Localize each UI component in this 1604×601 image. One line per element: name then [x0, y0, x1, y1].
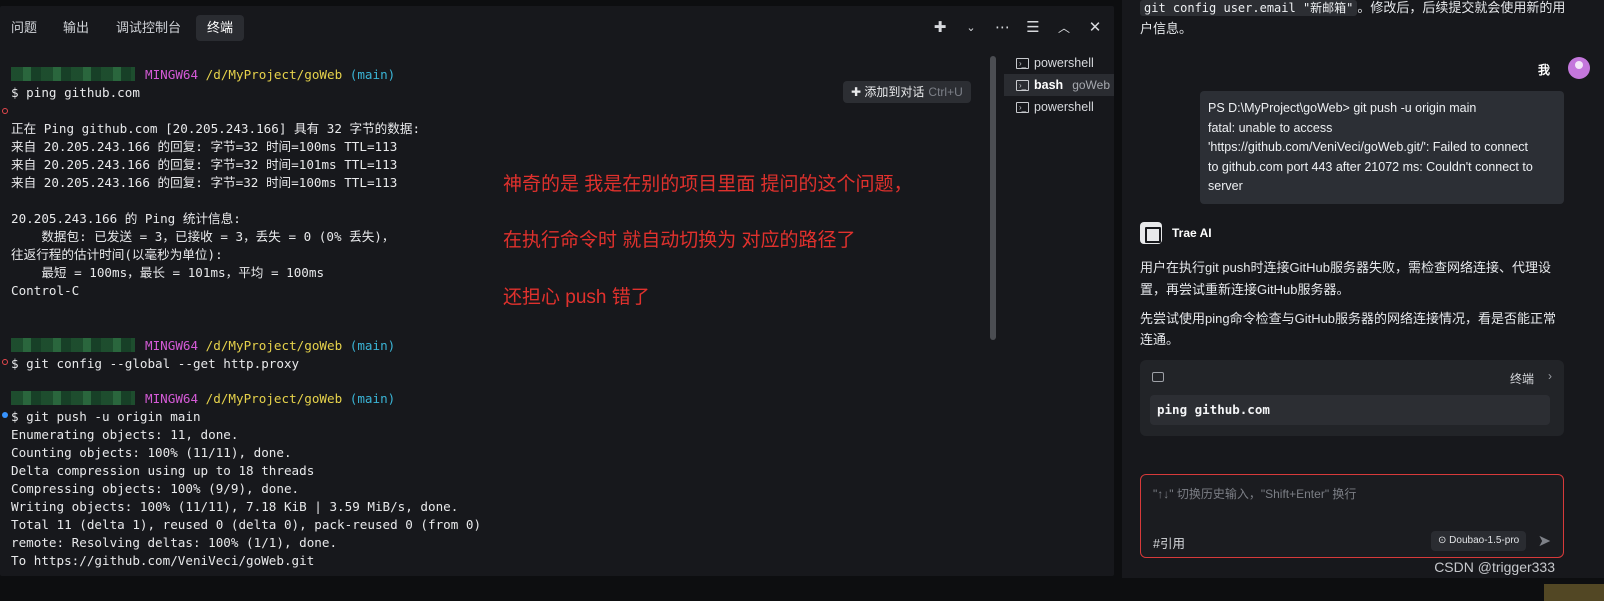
output-line: Total 11 (delta 1), reused 0 (delta 0), …	[11, 517, 482, 532]
annotation-text: 还担心 push 错了	[503, 287, 650, 308]
terminal-panel: 问题 输出 调试控制台 终端 ✚ ⌄ ⋯ ☰ ︿ ✕ MINGW64 /d/My…	[0, 6, 1114, 576]
output-line: Enumerating objects: 11, done.	[11, 427, 239, 442]
prompt-line: MINGW64 /d/MyProject/goWeb (main)	[11, 337, 395, 355]
corner-decoration	[1544, 584, 1604, 601]
add-to-chat-label: 添加到对话	[864, 85, 925, 99]
ai-message-text: 连通。	[1140, 332, 1180, 347]
terminal-icon: ›_	[1016, 79, 1029, 91]
prompt-line: MINGW64 /d/MyProject/goWeb (main)	[11, 66, 395, 84]
output-line: remote: Resolving deltas: 100% (1/1), do…	[11, 535, 338, 550]
command-card-label: 终端	[1509, 372, 1534, 386]
ai-message-text: 先尝试使用ping命令检查与GitHub服务器的网络连接情况，看是否能正常	[1140, 311, 1557, 326]
output-line: Control-C	[11, 283, 80, 298]
output-line: 来自 20.205.243.166 的回复: 字节=32 时间=100ms TT…	[11, 175, 398, 190]
command-line: $ git config --global --get http.proxy	[11, 356, 300, 371]
chevron-down-icon[interactable]: ⌄	[964, 20, 978, 36]
avatar	[1568, 57, 1590, 79]
watermark: CSDN @trigger333	[1434, 559, 1555, 575]
output-line: To https://github.com/VeniVeci/goWeb.git	[11, 553, 315, 568]
command-card: 终端 › ping github.com	[1140, 360, 1564, 436]
terminal-item-powershell[interactable]: ›_ powershell	[1004, 96, 1114, 118]
ai-message-text: 置，再尝试重新连接GitHub服务器。	[1140, 282, 1350, 297]
terminal-item-bash[interactable]: ›_ bash goWeb	[1004, 74, 1114, 96]
chat-message-text: git config user.email "新邮箱" 。修改后，后续提交就会使用…	[1140, 0, 1565, 19]
output-line: 20.205.243.166 的 Ping 统计信息:	[11, 211, 241, 226]
terminal-output[interactable]: MINGW64 /d/MyProject/goWeb (main) $ ping…	[0, 66, 990, 576]
send-icon[interactable]: ➤	[1538, 531, 1551, 551]
running-status-icon	[2, 412, 8, 418]
annotation-text: 在执行命令时 就自动切换为 对应的路径了	[503, 230, 856, 251]
terminal-list: ›_ powershell ›_ bash goWeb ›_ powershell	[1004, 52, 1114, 118]
chat-input[interactable]: "↑↓" 切换历史输入，"Shift+Enter" 换行 #引用 ⊙ Douba…	[1140, 474, 1564, 558]
terminal-icon: ›_	[1016, 101, 1029, 113]
output-line: Writing objects: 100% (11/11), 7.18 KiB …	[11, 499, 459, 514]
reference-button[interactable]: #引用	[1153, 533, 1185, 552]
tab-problems[interactable]: 问题	[0, 15, 48, 41]
panel-toolbar: ✚ ⌄ ⋯ ☰ ︿ ✕	[933, 20, 1102, 36]
model-selector[interactable]: ⊙ Doubao-1.5-pro	[1431, 531, 1527, 551]
ai-name: Trae AI	[1172, 226, 1212, 240]
prompt-line: MINGW64 /d/MyProject/goWeb (main)	[11, 390, 395, 408]
output-line: Delta compression using up to 18 threads	[11, 463, 315, 478]
output-line: 来自 20.205.243.166 的回复: 字节=32 时间=101ms TT…	[11, 157, 398, 172]
tab-debug-console[interactable]: 调试控制台	[105, 15, 192, 41]
add-to-chat-button[interactable]: ✚ 添加到对话 Ctrl+U	[843, 81, 971, 103]
input-placeholder: "↑↓" 切换历史输入，"Shift+Enter" 换行	[1153, 487, 1357, 501]
shortcut-hint: Ctrl+U	[928, 85, 963, 99]
more-icon[interactable]: ⋯	[995, 20, 1010, 36]
ai-message-text: 用户在执行git push时连接GitHub服务器失败，需检查网络连接、代理设	[1140, 260, 1551, 275]
close-icon[interactable]: ✕	[1088, 20, 1102, 36]
terminal-item-powershell[interactable]: ›_ powershell	[1004, 52, 1114, 74]
output-line: 最短 = 100ms，最长 = 101ms，平均 = 100ms	[11, 265, 325, 280]
output-line: 来自 20.205.243.166 的回复: 字节=32 时间=100ms TT…	[11, 139, 398, 154]
redacted-user	[11, 67, 135, 81]
error-status-icon	[2, 359, 8, 365]
output-line: 正在 Ping github.com [20.205.243.166] 具有 3…	[11, 121, 421, 136]
new-terminal-icon[interactable]: ✚	[933, 20, 947, 36]
output-line: Compressing objects: 100% (9/9), done.	[11, 481, 300, 496]
inline-code: git config user.email "新邮箱"	[1140, 0, 1358, 16]
chat-message-text: 户信息。	[1140, 21, 1193, 36]
terminal-icon: ›_	[1016, 57, 1029, 69]
output-line: 数据包: 已发送 = 3，已接收 = 3，丢失 = 0 (0% 丢失)，	[11, 229, 395, 244]
chat-panel: git config user.email "新邮箱" 。修改后，后续提交就会使用…	[1122, 0, 1604, 578]
terminal-icon	[1152, 372, 1164, 382]
annotation-text: 神奇的是 我是在别的项目里面 提问的这个问题，	[503, 174, 913, 195]
command-line: $ ping github.com	[11, 85, 140, 100]
command-line: $ git push -u origin main	[11, 409, 201, 424]
command-code[interactable]: ping github.com	[1150, 395, 1550, 425]
tab-terminal[interactable]: 终端	[196, 15, 245, 41]
error-status-icon	[2, 108, 8, 114]
redacted-user	[11, 338, 135, 352]
output-line: Counting objects: 100% (11/11), done.	[11, 445, 292, 460]
command-card-header[interactable]: 终端 ›	[1152, 369, 1552, 386]
output-line: 往返行程的估计时间(以毫秒为单位):	[11, 247, 223, 262]
user-label: 我	[1537, 63, 1550, 77]
chevron-right-icon: ›	[1548, 369, 1552, 383]
user-message: PS D:\MyProject\goWeb> git push -u origi…	[1200, 91, 1564, 204]
tab-output[interactable]: 输出	[52, 15, 100, 41]
ai-header: Trae AI	[1140, 222, 1212, 244]
terminal-scrollbar[interactable]	[990, 56, 996, 340]
panel-tabbar: 问题 输出 调试控制台 终端 ✚ ⌄ ⋯ ☰ ︿ ✕	[0, 6, 1114, 42]
sliders-icon[interactable]: ☰	[1026, 20, 1040, 36]
redacted-user	[11, 391, 135, 405]
trae-logo-icon	[1140, 222, 1162, 244]
chevron-up-icon[interactable]: ︿	[1057, 20, 1071, 36]
